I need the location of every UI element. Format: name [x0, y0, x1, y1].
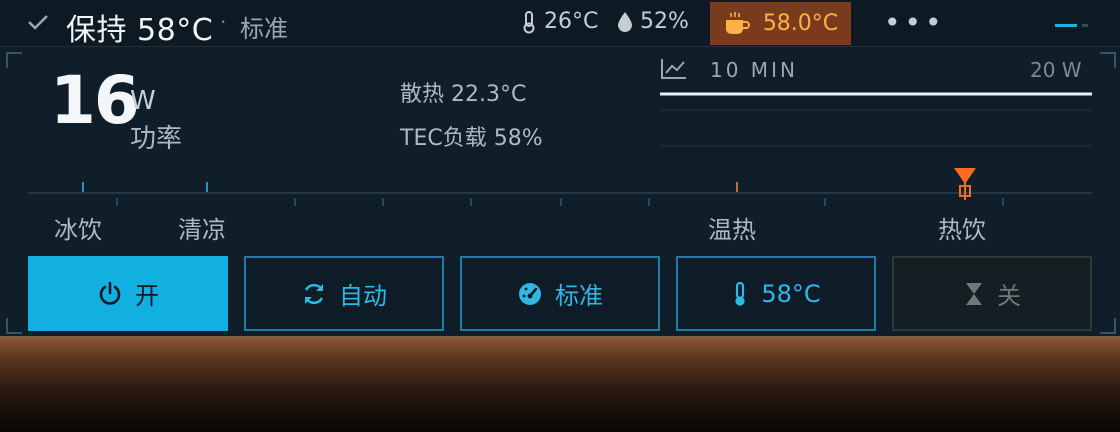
frame-corner	[6, 318, 22, 334]
hourglass-icon	[966, 282, 982, 305]
status-title: 保持 58°C	[66, 13, 214, 48]
frame-corner	[1100, 318, 1116, 334]
slider-tick	[382, 198, 384, 206]
mode-button[interactable]: 标准	[460, 256, 660, 331]
temperature-value: 26°C	[544, 9, 599, 34]
zone-label-hot: 热饮	[938, 216, 986, 244]
ambient-humidity: 52%	[616, 9, 689, 34]
chart-max-label: 20 W	[1030, 58, 1082, 82]
slider-thumb[interactable]	[952, 166, 978, 202]
slider-tick	[294, 198, 296, 206]
drink-temperature-badge: 58.0°C	[710, 2, 851, 45]
timer-button-label: 关	[997, 282, 1021, 310]
chart-title: 10 MIN	[710, 58, 798, 82]
power-history-chart	[660, 92, 1092, 147]
ambient-temperature: 26°C	[520, 9, 598, 34]
gauge-icon	[519, 282, 541, 305]
auto-button[interactable]: 自动	[244, 256, 444, 331]
slider-tick	[648, 198, 650, 206]
target-temperature-label: 58°C	[761, 279, 821, 308]
power-value: 16	[50, 62, 140, 139]
drink-temperature-value: 58.0°C	[762, 11, 839, 36]
zone-marker-warm	[736, 182, 738, 192]
separator: ·	[220, 10, 227, 34]
zone-marker-cold	[82, 182, 84, 192]
timer-button[interactable]: 关	[892, 256, 1092, 331]
frame-corner	[1100, 52, 1116, 68]
heat-dissipation: 散热 22.3°C	[400, 82, 527, 107]
check-icon	[28, 15, 48, 30]
mode-button-label: 标准	[555, 282, 603, 310]
slider-tick	[560, 198, 562, 206]
window-indicator	[1055, 24, 1077, 27]
power-icon	[99, 281, 121, 305]
thermometer-icon	[523, 10, 535, 33]
coffee-cup-icon	[725, 11, 750, 34]
power-unit: W	[130, 86, 156, 116]
window-indicator-secondary	[1082, 24, 1088, 27]
power-button[interactable]: 开	[28, 256, 228, 331]
thermometer-icon	[735, 281, 745, 306]
status-bar: 保持 58°C · 标准 26°C 52% 58.0°C •••	[0, 0, 1120, 48]
frame-corner	[6, 52, 22, 68]
more-menu-button[interactable]: •••	[884, 6, 946, 39]
target-temperature-button[interactable]: 58°C	[676, 256, 876, 331]
tec-load: TEC负载 58%	[400, 126, 543, 151]
zone-label-warm: 温热	[708, 216, 756, 244]
ambient-glow	[0, 338, 1120, 432]
power-label: 功率	[130, 124, 183, 154]
slider-track[interactable]	[28, 192, 1092, 194]
status-mode: 标准	[240, 15, 288, 43]
zone-marker-cool	[206, 182, 208, 192]
droplet-icon	[618, 11, 632, 32]
slider-tick	[824, 198, 826, 206]
slider-tick	[1002, 198, 1004, 206]
slider-tick	[470, 198, 472, 206]
power-button-label: 开	[135, 282, 159, 310]
zone-label-cool: 清凉	[178, 216, 226, 244]
zone-label-cold: 冰饮	[54, 216, 102, 244]
line-chart-icon	[661, 59, 686, 79]
humidity-value: 52%	[640, 9, 689, 34]
slider-tick	[116, 198, 118, 206]
auto-button-label: 自动	[339, 282, 387, 310]
refresh-icon	[304, 283, 324, 304]
